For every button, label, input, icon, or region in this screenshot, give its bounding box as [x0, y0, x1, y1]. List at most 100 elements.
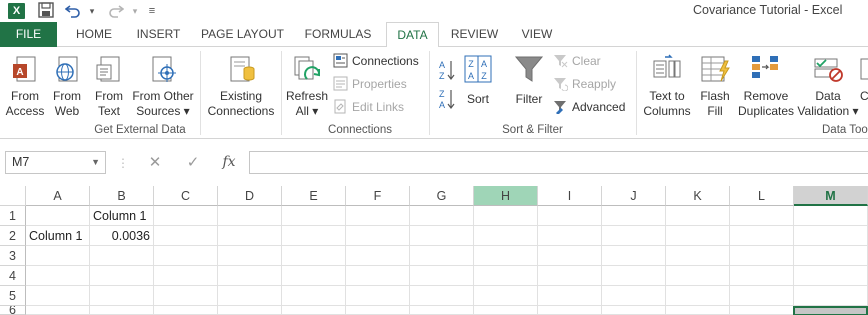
grid-cell[interactable]	[410, 306, 474, 315]
column-header-a[interactable]: A	[26, 186, 90, 206]
column-header-m[interactable]: M	[794, 186, 868, 206]
from-web-button[interactable]: From Web	[49, 53, 85, 119]
clear-button[interactable]: Clear	[553, 51, 601, 71]
tab-file[interactable]: FILE	[0, 22, 57, 47]
data-validation-button[interactable]: Data Validation ▾	[797, 53, 859, 119]
column-header-e[interactable]: E	[282, 186, 346, 206]
column-header-f[interactable]: F	[346, 186, 410, 206]
undo-icon[interactable]	[64, 2, 82, 20]
chevron-down-icon[interactable]: ▼	[91, 152, 100, 173]
grid-cell[interactable]	[602, 206, 666, 226]
grid-cell[interactable]	[794, 246, 868, 266]
sort-a-to-z-icon[interactable]: AZ	[438, 59, 456, 81]
tab-formulas[interactable]: FORMULAS	[298, 22, 378, 47]
grid-cell[interactable]	[26, 286, 90, 306]
sort-button[interactable]: ZAAZ Sort	[460, 53, 496, 107]
row-header-6[interactable]: 6	[0, 306, 26, 315]
row-header-4[interactable]: 4	[0, 266, 26, 286]
undo-dropdown-icon[interactable]: ▾	[83, 2, 101, 20]
grid-cell[interactable]	[346, 246, 410, 266]
grid-cell[interactable]	[346, 226, 410, 246]
grid-cell[interactable]	[90, 246, 154, 266]
grid-cell[interactable]	[538, 246, 602, 266]
grid-cell[interactable]	[730, 306, 794, 315]
from-text-button[interactable]: From Text	[90, 53, 128, 119]
sort-z-to-a-icon[interactable]: ZA	[438, 88, 456, 110]
insert-function-icon[interactable]: fx	[216, 151, 242, 174]
column-header-b[interactable]: B	[90, 186, 154, 206]
remove-duplicates-button[interactable]: Remove Duplicates	[737, 53, 795, 119]
select-all-corner[interactable]	[0, 186, 26, 206]
grid-cell[interactable]	[410, 226, 474, 246]
grid-cell[interactable]	[666, 246, 730, 266]
grid-cell[interactable]	[602, 286, 666, 306]
grid-cell[interactable]	[218, 266, 282, 286]
grid-cell[interactable]	[602, 246, 666, 266]
existing-connections-button[interactable]: Existing Connections	[205, 53, 277, 119]
grid-cell[interactable]	[474, 266, 538, 286]
grid-cell[interactable]	[90, 306, 154, 315]
column-header-h[interactable]: H	[474, 186, 538, 206]
column-header-g[interactable]: G	[410, 186, 474, 206]
grid-cell[interactable]	[282, 246, 346, 266]
grid-cell[interactable]	[90, 266, 154, 286]
cell-b2[interactable]: 0.0036	[90, 226, 154, 246]
redo-dropdown-icon[interactable]: ▾	[126, 2, 144, 20]
grid-cell[interactable]	[666, 306, 730, 315]
grid-cell[interactable]	[90, 286, 154, 306]
selected-cell-m6[interactable]	[793, 306, 868, 315]
grid-cell[interactable]	[26, 306, 90, 315]
tab-insert[interactable]: INSERT	[130, 22, 187, 47]
column-header-k[interactable]: K	[666, 186, 730, 206]
tab-data[interactable]: DATA	[386, 22, 439, 48]
tab-home[interactable]: HOME	[66, 22, 122, 47]
grid-cell[interactable]	[154, 226, 218, 246]
grid-cell[interactable]	[410, 266, 474, 286]
row-header-5[interactable]: 5	[0, 286, 26, 306]
cell-a2[interactable]: Column 1	[26, 226, 90, 246]
grid-cell[interactable]	[794, 266, 868, 286]
save-icon[interactable]	[37, 2, 55, 20]
connections-button[interactable]: Connections	[333, 51, 419, 71]
flash-fill-button[interactable]: Flash Fill	[697, 53, 733, 119]
grid-cell[interactable]	[474, 206, 538, 226]
grid-cell[interactable]	[218, 306, 282, 315]
grid-cell[interactable]	[666, 206, 730, 226]
grid-cell[interactable]	[794, 226, 868, 246]
consolidate-button[interactable]: Co	[860, 53, 868, 104]
advanced-button[interactable]: Advanced	[553, 97, 625, 117]
grid-cell[interactable]	[26, 266, 90, 286]
grid-cell[interactable]	[218, 226, 282, 246]
filter-button[interactable]: Filter	[511, 53, 547, 107]
grid-cell[interactable]	[218, 246, 282, 266]
grid-cell[interactable]	[666, 226, 730, 246]
grid-cell[interactable]	[730, 226, 794, 246]
grid-cell[interactable]	[410, 206, 474, 226]
grid-cell[interactable]	[346, 286, 410, 306]
grid-cell[interactable]	[602, 226, 666, 246]
grid-cell[interactable]	[154, 286, 218, 306]
grid-cell[interactable]	[154, 306, 218, 315]
tab-page-layout[interactable]: PAGE LAYOUT	[196, 22, 289, 47]
grid-cell[interactable]	[154, 266, 218, 286]
grid-cell[interactable]	[538, 226, 602, 246]
grid-cell[interactable]	[474, 226, 538, 246]
grid-cell[interactable]	[602, 266, 666, 286]
from-access-button[interactable]: A From Access	[4, 53, 46, 119]
grid-cell[interactable]	[26, 206, 90, 226]
grid-cell[interactable]	[218, 286, 282, 306]
grid-cell[interactable]	[218, 206, 282, 226]
grid-cell[interactable]	[346, 266, 410, 286]
enter-check-icon[interactable]: ✓	[180, 151, 206, 174]
edit-links-button[interactable]: Edit Links	[333, 97, 404, 117]
grid-cell[interactable]	[602, 306, 666, 315]
cancel-icon[interactable]: ✕	[142, 151, 168, 174]
grid-cell[interactable]	[346, 306, 410, 315]
grid-cell[interactable]	[154, 246, 218, 266]
grid-cell[interactable]	[474, 286, 538, 306]
cell-b1[interactable]: Column 1	[90, 206, 154, 226]
column-header-d[interactable]: D	[218, 186, 282, 206]
row-header-2[interactable]: 2	[0, 226, 26, 246]
grid-cell[interactable]	[666, 266, 730, 286]
tab-view[interactable]: VIEW	[512, 22, 562, 47]
